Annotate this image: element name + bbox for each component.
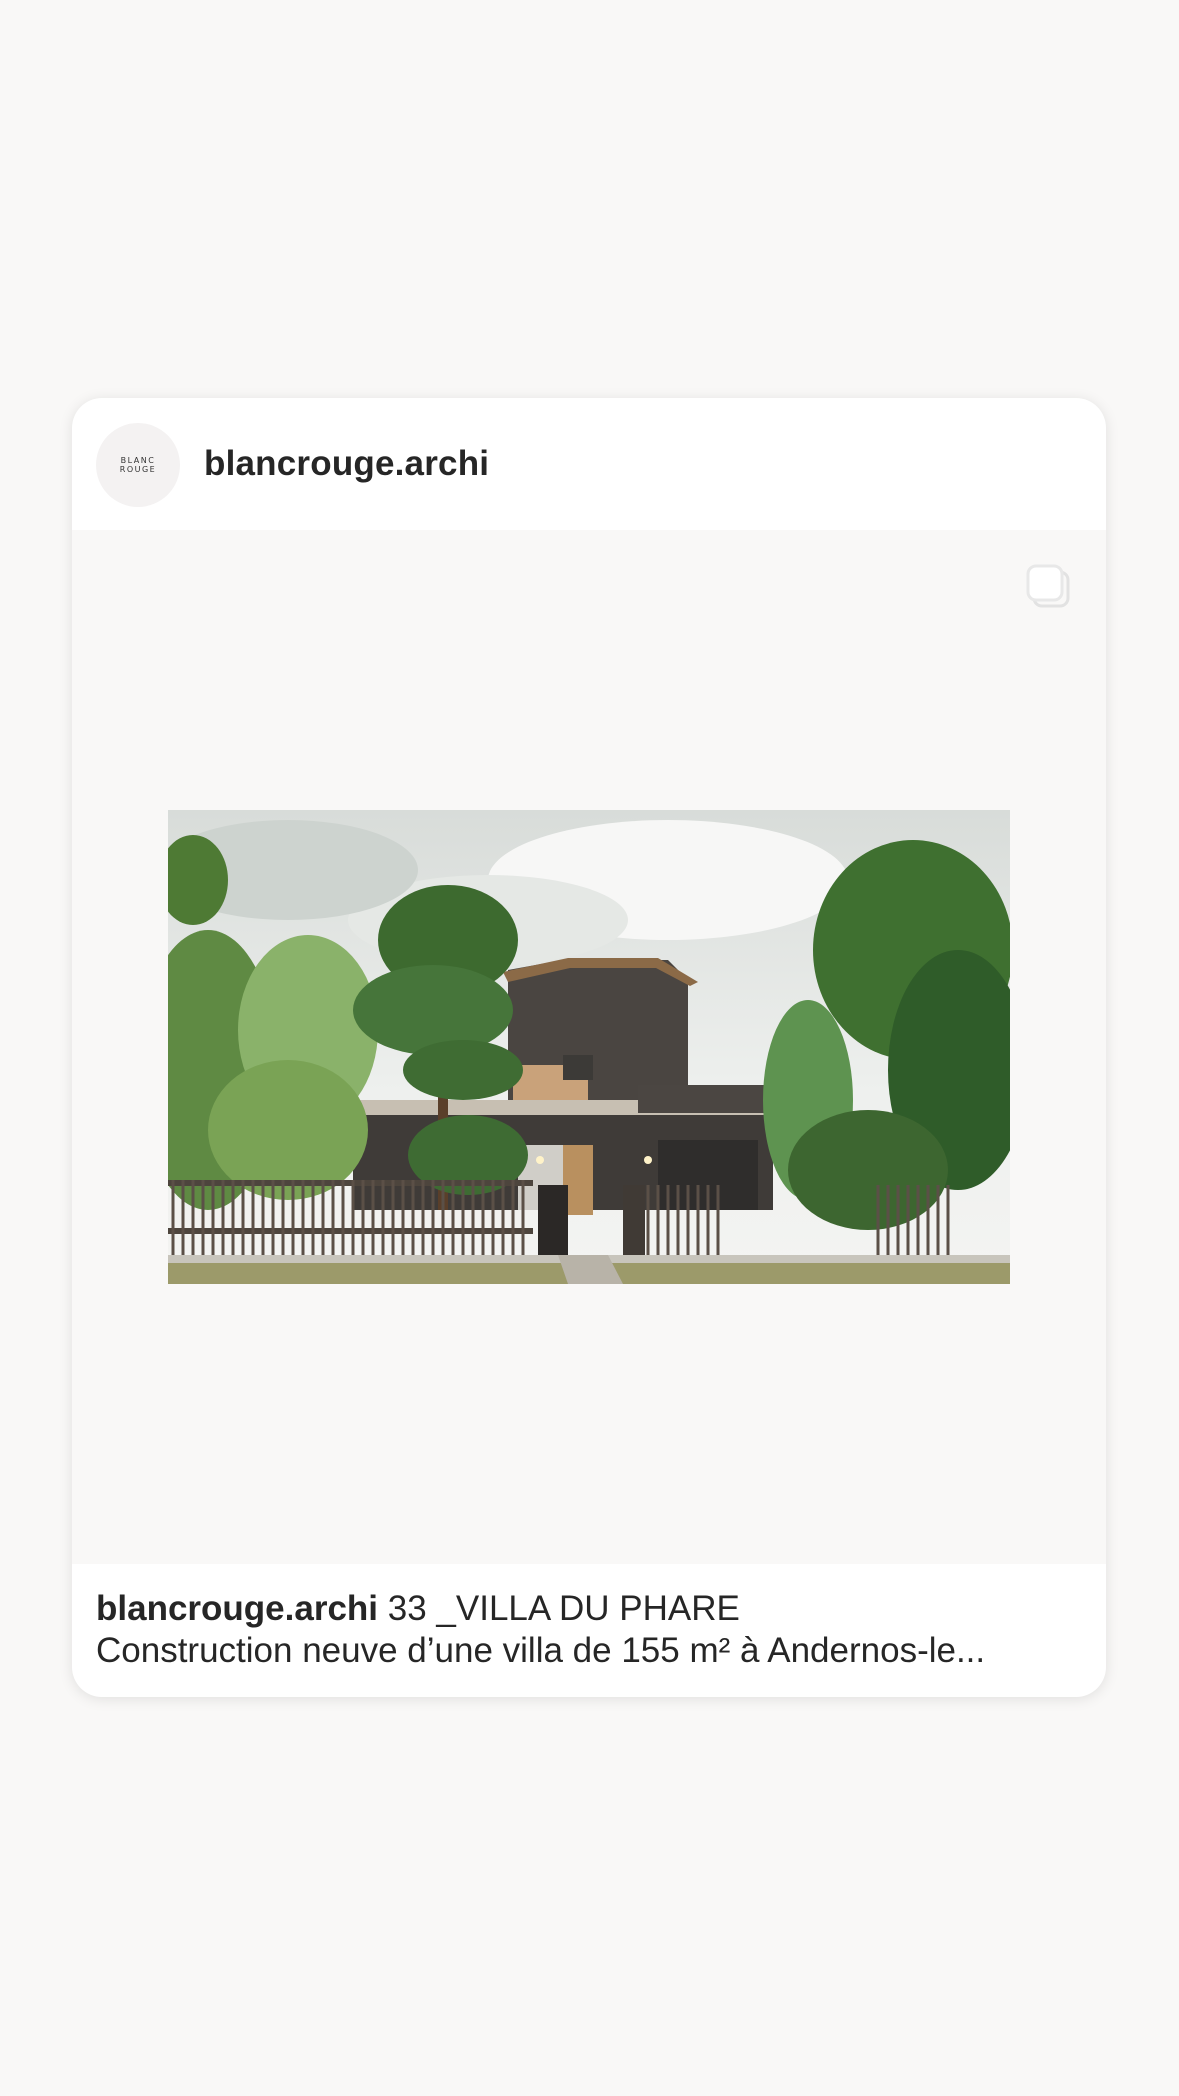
avatar[interactable]: BLANC ROUGE: [96, 423, 180, 507]
caption-username[interactable]: blancrouge.archi: [96, 1589, 378, 1628]
caption-title: 33 _VILLA DU PHARE: [387, 1589, 740, 1628]
avatar-text-line1: BLANC: [120, 456, 156, 465]
carousel-icon: [1026, 564, 1070, 608]
post-media[interactable]: [72, 530, 1106, 1564]
post-username[interactable]: blancrouge.archi: [204, 444, 489, 484]
post-header: BLANC ROUGE blancrouge.archi: [72, 398, 1106, 530]
caption-line-1: blancrouge.archi 33 _VILLA DU PHARE: [96, 1588, 1086, 1630]
villa-rendering-image: [168, 810, 1010, 1284]
post-card: BLANC ROUGE blancrouge.archi blancrouge.…: [72, 398, 1106, 1697]
caption-text[interactable]: Construction neuve d’une villa de 155 m²…: [96, 1630, 1086, 1672]
post-caption: blancrouge.archi 33 _VILLA DU PHARE Cons…: [96, 1588, 1086, 1672]
avatar-text-line2: ROUGE: [119, 465, 157, 474]
